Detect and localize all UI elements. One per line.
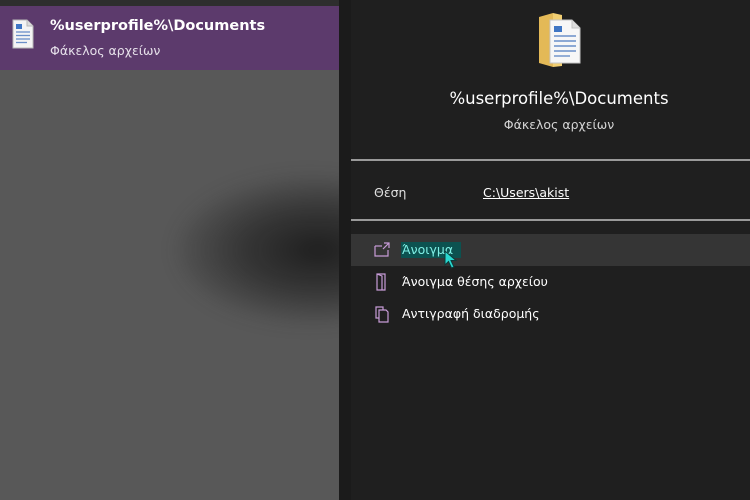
- action-label: Αντιγραφή διαδρομής: [402, 306, 540, 321]
- details-subtitle: Φάκελος αρχείων: [503, 117, 615, 132]
- folder-icon: [539, 13, 581, 67]
- details-title: %userprofile%\Documents: [449, 89, 669, 108]
- action-open-file-location[interactable]: Άνοιγμα θέσης αρχείου: [351, 266, 750, 298]
- separator: [351, 219, 750, 221]
- action-label: Άνοιγμα θέσης αρχείου: [402, 274, 548, 289]
- action-copy-path[interactable]: Αντιγραφή διαδρομής: [351, 298, 750, 330]
- search-window: %userprofile%\Documents Φάκελος αρχείων …: [0, 0, 750, 500]
- separator: [351, 159, 750, 161]
- details-pane: %userprofile%\Documents Φάκελος αρχείων …: [351, 0, 750, 500]
- folder-open-icon: [376, 273, 386, 291]
- action-open[interactable]: Άνοιγμα: [351, 234, 750, 269]
- copy-icon: [375, 306, 389, 323]
- result-title: %userprofile%\Documents: [50, 18, 266, 34]
- result-item-documents[interactable]: %userprofile%\Documents Φάκελος αρχείων: [0, 6, 339, 70]
- pane-divider: [339, 0, 351, 500]
- results-pane: %userprofile%\Documents Φάκελος αρχείων: [0, 0, 339, 500]
- document-icon: [12, 19, 34, 49]
- background-shadow: [175, 175, 339, 325]
- location-link[interactable]: C:\Users\akist: [483, 185, 569, 200]
- location-label: Θέση: [374, 185, 407, 200]
- result-subtitle: Φάκελος αρχείων: [50, 43, 161, 58]
- open-icon: [374, 242, 390, 257]
